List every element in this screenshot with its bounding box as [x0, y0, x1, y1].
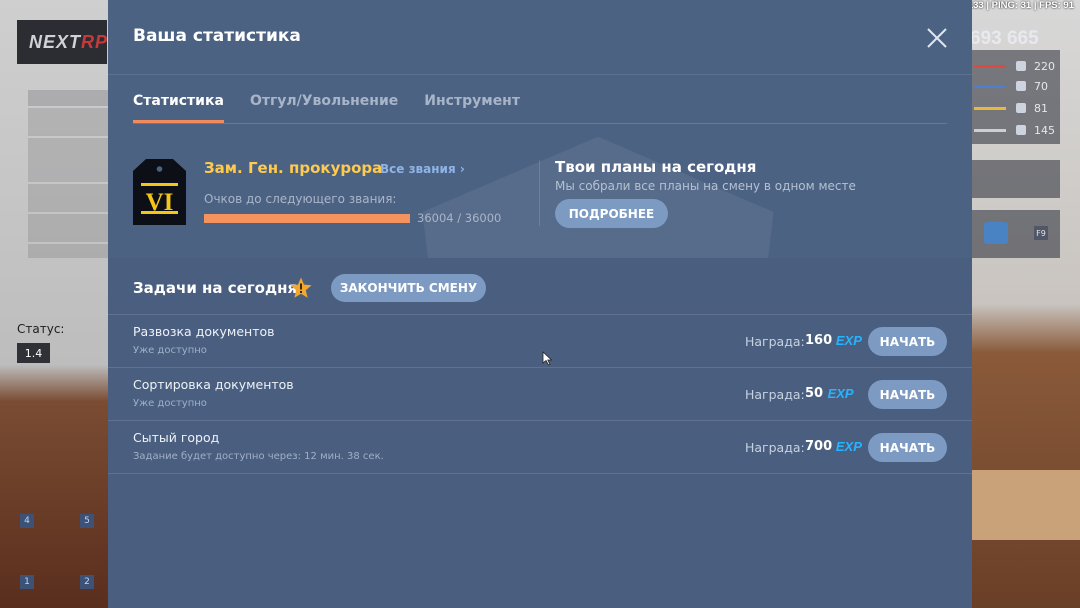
stamina-icon: [1016, 103, 1026, 113]
reward-label: Награда:: [745, 387, 805, 402]
plans-title: Твои планы на сегодня: [555, 158, 757, 176]
tab-bar: Статистика Отгул/Увольнение Инструмент: [133, 93, 520, 123]
slot-badge: 4: [20, 514, 34, 528]
task-status: Задание будет доступно через: 12 мин. 38…: [133, 451, 384, 462]
points-value: 36004 / 36000: [417, 211, 502, 225]
slot-badge: 5: [80, 514, 94, 528]
task-name: Сытый город: [133, 430, 220, 445]
desk: [970, 470, 1080, 540]
stamina-value: 81: [1034, 101, 1048, 115]
rank-progress-bar: [204, 214, 410, 223]
armor-value: 145: [1034, 123, 1055, 137]
rank-progress-fill: [204, 214, 410, 223]
reward-label: Награда:: [745, 334, 805, 349]
start-task-button[interactable]: НАЧАТЬ: [868, 327, 947, 356]
tab-leave-dismissal[interactable]: Отгул/Увольнение: [250, 93, 398, 123]
reward-label: Награда:: [745, 440, 805, 455]
exp-label: EXP: [835, 439, 862, 454]
modal-title: Ваша статистика: [133, 26, 301, 46]
status-value: 1.4: [17, 343, 50, 363]
reward-amount: 700: [805, 439, 833, 454]
start-task-button[interactable]: НАЧАТЬ: [868, 433, 947, 462]
header-divider: [108, 74, 972, 75]
rank-name: Зам. Ген. прокурора: [204, 159, 383, 177]
rank-numeral: VI: [146, 189, 174, 216]
task-row: Сытый город Задание будет доступно через:…: [108, 420, 972, 474]
task-status: Уже доступно: [133, 398, 207, 409]
finish-shift-button[interactable]: ЗАКОНЧИТЬ СМЕНУ: [331, 274, 486, 302]
tab-statistics[interactable]: Статистика: [133, 93, 224, 123]
action-hint-panel: [972, 160, 1060, 198]
armor-icon: [1016, 125, 1026, 135]
exp-label: EXP: [835, 333, 862, 348]
hunger-value: 70: [1034, 79, 1048, 93]
logo-text-accent: RP: [81, 31, 109, 52]
hunger-icon: [1016, 81, 1026, 91]
star-warning-icon: [290, 277, 312, 298]
chat-log: [28, 90, 108, 258]
task-row: Развозка документов Уже доступно Награда: 1…: [108, 314, 972, 368]
points-label: Очков до следующего звания:: [204, 192, 397, 206]
money-display: 693 665: [970, 28, 1039, 49]
calendar-icon: [984, 222, 1008, 244]
health-value: 220: [1034, 59, 1055, 73]
task-status: Уже доступно: [133, 345, 207, 356]
inventory-slots: 4 5 1 2: [14, 480, 104, 595]
mouse-cursor-icon: [542, 351, 553, 366]
section-divider: [539, 160, 540, 226]
rank-badge-icon: VI: [133, 159, 186, 225]
calendar-panel: F9: [972, 210, 1060, 258]
status-label: Статус:: [17, 322, 65, 336]
hotkey-f9: F9: [1034, 226, 1048, 240]
details-button[interactable]: ПОДРОБНЕЕ: [555, 199, 668, 228]
logo-text: NEXT: [29, 31, 82, 52]
task-list-end-divider: [108, 473, 972, 474]
task-name: Развозка документов: [133, 324, 275, 339]
start-task-button[interactable]: НАЧАТЬ: [868, 380, 947, 409]
tab-tool[interactable]: Инструмент: [424, 93, 520, 123]
plans-subtitle: Мы собрали все планы на смену в одном ме…: [555, 179, 856, 193]
task-row: Сортировка документов Уже доступно Награда…: [108, 367, 972, 421]
tabs-divider: [133, 123, 947, 124]
slot-badge: 2: [80, 575, 94, 589]
health-icon: [1016, 61, 1026, 71]
reward-amount: 160: [805, 333, 833, 348]
task-name: Сортировка документов: [133, 377, 294, 392]
all-ranks-link[interactable]: Все звания ›: [380, 162, 465, 176]
statistics-modal: Ваша статистика Статистика Отгул/Увольне…: [108, 0, 972, 608]
player-stats-panel: 220 70 81 145: [972, 50, 1060, 144]
reward-amount: 50: [805, 386, 824, 401]
close-icon[interactable]: [926, 27, 948, 49]
slot-badge: 1: [20, 575, 34, 589]
tasks-title: Задачи на сегодня: [133, 279, 298, 297]
exp-label: EXP: [827, 386, 854, 401]
server-logo: NEXT RP: [17, 20, 107, 64]
